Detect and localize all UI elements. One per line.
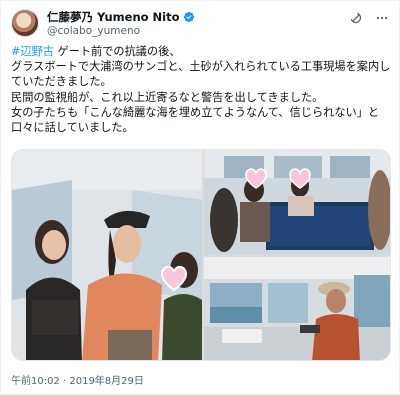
more-icon[interactable] <box>373 9 391 27</box>
avatar[interactable] <box>11 9 39 37</box>
photo-2[interactable] <box>204 150 390 255</box>
author-display-name[interactable]: 仁藤夢乃 Yumeno Nito <box>47 9 180 25</box>
grok-icon[interactable] <box>347 9 365 27</box>
tweet-text-line1: ゲート前での抗議の後、 <box>53 45 181 58</box>
tweet-timestamp[interactable]: 午前10:02 · 2019年8月29日 <box>11 372 144 387</box>
photo-1[interactable] <box>12 150 202 360</box>
tweet-text: #辺野古 ゲート前での抗議の後、 グラスボートで大浦湾のサンゴと、土砂が入れられ… <box>11 44 396 135</box>
author-name-row: 仁藤夢乃 Yumeno Nito <box>47 10 195 24</box>
media-grid <box>11 149 391 361</box>
photo-3[interactable] <box>204 257 390 360</box>
header-icons <box>347 9 391 27</box>
tweet-card: 仁藤夢乃 Yumeno Nito @colabo_yumeno #辺野古 ゲート… <box>0 0 400 395</box>
hashtag-link[interactable]: #辺野古 <box>11 45 54 58</box>
tweet-text-body: グラスボートで大浦湾のサンゴと、土砂が入れられている工事現場を案内していただきま… <box>11 60 391 135</box>
author-handle[interactable]: @colabo_yumeno <box>47 25 140 37</box>
tweet-header: 仁藤夢乃 Yumeno Nito @colabo_yumeno <box>11 7 391 41</box>
verified-badge-icon <box>183 11 194 23</box>
